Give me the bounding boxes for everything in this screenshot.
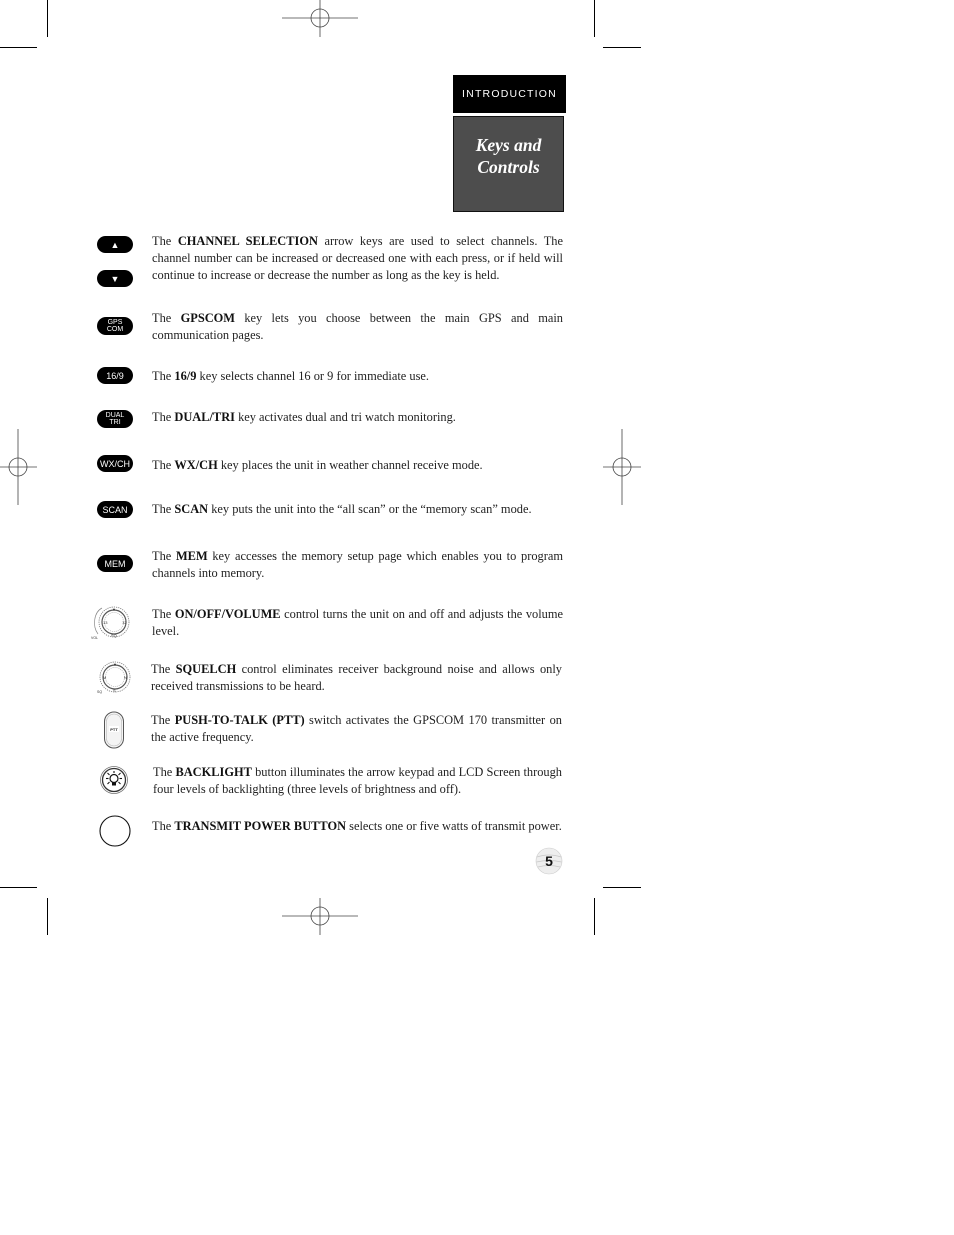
item-description: key places the unit in weather channel r…: [217, 458, 483, 472]
crop-mark: [0, 887, 37, 888]
item-prefix: The: [152, 234, 178, 248]
section-tab: INTRODUCTION: [453, 75, 566, 113]
item-prefix: The: [152, 607, 175, 621]
key-label: TRI: [109, 419, 121, 426]
key-label: COM: [106, 326, 124, 333]
crop-mark: [594, 898, 595, 935]
item-prefix: The: [152, 410, 175, 424]
16-9-key-icon: 16/9: [97, 367, 133, 384]
svg-text:▼: ▼: [113, 662, 117, 667]
list-item: The CHANNEL SELECTION arrow keys are use…: [152, 233, 563, 284]
registration-mark-icon: [282, 0, 358, 37]
list-item: The SCAN key puts the unit into the “all…: [152, 501, 563, 518]
item-term: DUAL/TRI: [174, 410, 235, 424]
list-item: The SQUELCH control eliminates receiver …: [151, 661, 562, 695]
backlight-button-icon: [100, 766, 128, 794]
item-description: key accesses the memory setup page which…: [152, 549, 563, 580]
key-label: GPS: [107, 318, 123, 326]
page-title-line: Keys and: [475, 135, 542, 155]
list-item: The WX/CH key places the unit in weather…: [152, 457, 563, 474]
svg-text:13: 13: [103, 620, 108, 625]
item-description: selects one or five watts of transmit po…: [346, 819, 562, 833]
scan-key-icon: SCAN: [97, 501, 133, 518]
page-title-line: Controls: [477, 157, 540, 177]
item-term: TRANSMIT POWER BUTTON: [174, 819, 347, 833]
list-item: The MEM key accesses the memory setup pa…: [152, 548, 563, 582]
crop-mark: [603, 887, 641, 888]
item-term: GPSCOM: [180, 311, 235, 325]
svg-text:SQ: SQ: [111, 633, 117, 638]
item-term: SCAN: [174, 502, 209, 516]
volume-knob-icon: ▼ 13 12 SQ VOL: [91, 606, 130, 640]
up-arrow-key-icon: ▲: [97, 236, 133, 253]
key-label: WX/CH: [100, 458, 130, 469]
key-label: 16/9: [106, 370, 124, 381]
item-prefix: The: [151, 662, 176, 676]
list-item: The PUSH-TO-TALK (PTT) switch activates …: [151, 712, 562, 746]
svg-text:▼: ▼: [112, 607, 116, 612]
item-prefix: The: [152, 819, 175, 833]
registration-mark-icon: [603, 429, 641, 505]
list-item: The BACKLIGHT button illuminates the arr…: [153, 764, 562, 798]
item-prefix: The: [153, 765, 176, 779]
list-item: The ON/OFF/VOLUME control turns the unit…: [152, 606, 563, 640]
page-number-globe-icon: 5: [535, 847, 563, 875]
list-item: The TRANSMIT POWER BUTTON selects one or…: [152, 818, 563, 835]
key-label: SCAN: [102, 504, 128, 515]
registration-mark-icon: [282, 898, 358, 935]
list-item: The DUAL/TRI key activates dual and tri …: [152, 409, 563, 426]
dual-tri-key-icon: DUAL TRI: [97, 410, 133, 428]
svg-text:12: 12: [122, 620, 127, 625]
item-term: CHANNEL SELECTION: [177, 234, 318, 248]
item-term: PUSH-TO-TALK (PTT): [174, 713, 305, 727]
item-description: key activates dual and tri watch monitor…: [234, 410, 456, 424]
down-arrow-key-icon: ▼: [97, 270, 133, 287]
key-label: ▼: [110, 273, 120, 284]
item-description: key selects channel 16 or 9 for immediat…: [196, 369, 430, 383]
list-item: The 16/9 key selects channel 16 or 9 for…: [152, 368, 563, 385]
svg-text:VOL: VOL: [91, 636, 98, 640]
item-term: ON/OFF/VOLUME: [174, 607, 281, 621]
item-description: key puts the unit into the “all scan” or…: [208, 502, 532, 516]
item-term: SQUELCH: [175, 662, 237, 676]
item-prefix: The: [152, 458, 175, 472]
page-title: Keys and Controls: [453, 116, 564, 212]
mem-key-icon: MEM: [97, 555, 133, 572]
item-term: BACKLIGHT: [175, 765, 252, 779]
item-prefix: The: [152, 369, 175, 383]
item-term: MEM: [175, 549, 208, 563]
registration-mark-icon: [0, 429, 37, 505]
svg-text:M: M: [103, 675, 106, 680]
item-term: 16/9: [174, 369, 197, 383]
list-item: The GPSCOM key lets you choose between t…: [152, 310, 563, 344]
wx-ch-key-icon: WX/CH: [97, 455, 133, 472]
key-label: DUAL: [105, 411, 125, 419]
crop-mark: [603, 47, 641, 48]
svg-text:N: N: [124, 675, 127, 680]
ptt-label: PTT: [110, 727, 118, 732]
crop-mark: [0, 47, 37, 48]
key-label: ▲: [110, 239, 120, 250]
svg-text:SQ: SQ: [97, 690, 102, 694]
transmit-power-button-icon: [99, 815, 131, 847]
crop-mark: [47, 0, 48, 37]
key-label: MEM: [104, 558, 126, 569]
item-term: WX/CH: [174, 458, 218, 472]
crop-mark: [47, 898, 48, 935]
crop-mark: [594, 0, 595, 37]
section-tab-label: INTRODUCTION: [462, 88, 557, 100]
item-prefix: The: [151, 713, 175, 727]
page-number: 5: [545, 853, 553, 869]
item-prefix: The: [152, 311, 181, 325]
item-prefix: The: [152, 549, 176, 563]
gpscom-key-icon: GPS COM: [97, 317, 133, 335]
svg-text:S: S: [113, 688, 116, 693]
squelch-knob-icon: ▼ M N S SQ: [97, 661, 131, 694]
ptt-switch-icon: PTT: [104, 711, 124, 749]
item-prefix: The: [152, 502, 175, 516]
